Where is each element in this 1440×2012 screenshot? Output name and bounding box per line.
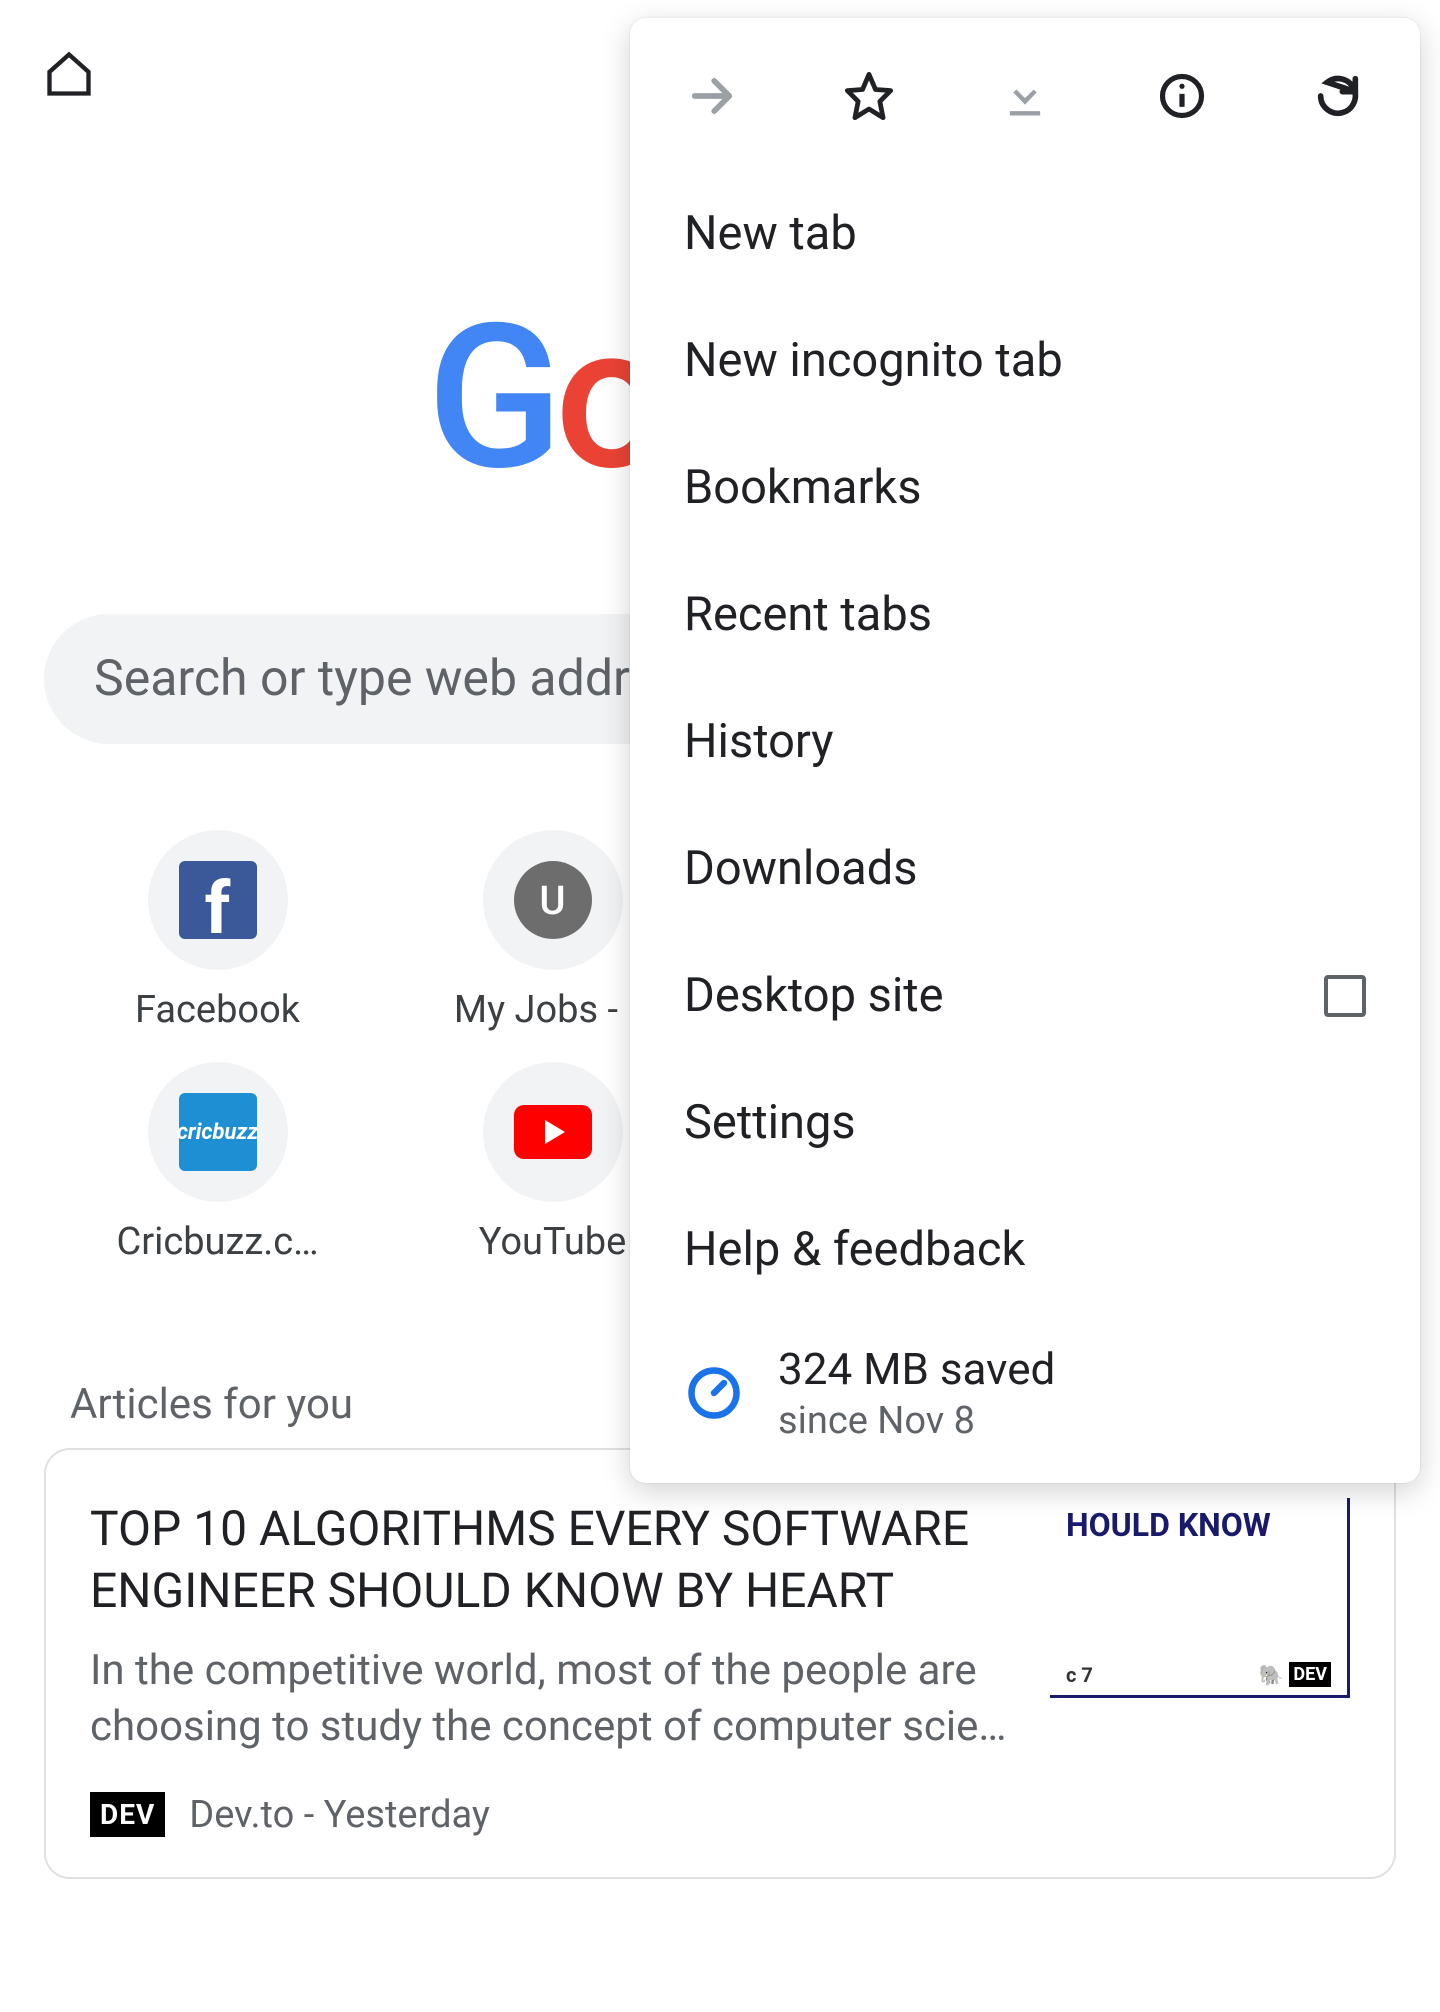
menu-bookmarks[interactable]: Bookmarks (630, 424, 1420, 551)
menu-settings[interactable]: Settings (630, 1059, 1420, 1186)
shortcut-label: Cricbuzz.c… (116, 1220, 318, 1264)
menu-downloads[interactable]: Downloads (630, 805, 1420, 932)
home-icon (43, 48, 95, 100)
forward-button[interactable] (684, 68, 740, 124)
menu-label: Help & feedback (684, 1222, 1025, 1277)
source-badge: DEV (90, 1792, 165, 1837)
desktop-site-checkbox[interactable] (1324, 975, 1366, 1017)
articles-heading: Articles for you (70, 1380, 353, 1429)
data-saved-row[interactable]: 324 MB saved since Nov 8 (630, 1313, 1420, 1443)
shortcut-label: My Jobs - B (454, 988, 651, 1032)
shortcut-facebook[interactable]: f Facebook (70, 830, 365, 1032)
reload-icon (1312, 70, 1364, 122)
cricbuzz-icon: cricbuzz (179, 1093, 257, 1171)
thumb-text: HOULD KNOW (1066, 1506, 1271, 1544)
menu-desktop-site[interactable]: Desktop site (630, 932, 1420, 1059)
menu-incognito[interactable]: New incognito tab (630, 297, 1420, 424)
menu-new-tab[interactable]: New tab (630, 170, 1420, 297)
arrow-forward-icon (686, 70, 738, 122)
thumb-small: c 7 (1066, 1663, 1093, 1687)
data-saved-amount: 324 MB saved (778, 1343, 1055, 1395)
dev-mini-badge: DEV (1289, 1662, 1331, 1687)
bookmark-button[interactable] (841, 68, 897, 124)
article-title: TOP 10 ALGORITHMS EVERY SOFTWARE ENGINEE… (90, 1498, 1010, 1623)
menu-label: New tab (684, 206, 857, 261)
overflow-menu: New tab New incognito tab Bookmarks Rece… (630, 18, 1420, 1483)
article-card[interactable]: TOP 10 ALGORITHMS EVERY SOFTWARE ENGINEE… (44, 1448, 1396, 1879)
menu-history[interactable]: History (630, 678, 1420, 805)
download-icon (999, 70, 1051, 122)
menu-label: Settings (684, 1095, 856, 1150)
menu-label: Recent tabs (684, 587, 932, 642)
menu-label: Desktop site (684, 968, 944, 1023)
reload-button[interactable] (1310, 68, 1366, 124)
info-button[interactable] (1154, 68, 1210, 124)
article-source: Dev.to - Yesterday (189, 1793, 490, 1837)
shortcut-label: Facebook (135, 988, 300, 1032)
menu-label: Downloads (684, 841, 918, 896)
search-placeholder: Search or type web address (94, 650, 708, 708)
article-snippet: In the competitive world, most of the pe… (90, 1643, 1010, 1756)
shortcut-cricbuzz[interactable]: cricbuzz Cricbuzz.c… (70, 1062, 365, 1264)
data-saved-since: since Nov 8 (778, 1399, 1055, 1443)
youtube-icon (514, 1105, 592, 1159)
menu-help[interactable]: Help & feedback (630, 1186, 1420, 1313)
menu-label: Bookmarks (684, 460, 922, 515)
star-icon (843, 70, 895, 122)
info-icon (1156, 70, 1208, 122)
menu-label: History (684, 714, 834, 769)
article-thumbnail: HOULD KNOW c 7 🐘 DEV (1050, 1498, 1350, 1698)
menu-icon-row (630, 18, 1420, 170)
gauge-icon (684, 1363, 744, 1423)
menu-recent-tabs[interactable]: Recent tabs (630, 551, 1420, 678)
home-button[interactable] (24, 29, 114, 119)
download-button[interactable] (997, 68, 1053, 124)
elephant-icon: 🐘 (1259, 1663, 1284, 1687)
letter-icon: U (514, 861, 592, 939)
facebook-icon: f (179, 861, 257, 939)
menu-label: New incognito tab (684, 333, 1063, 388)
shortcut-label: YouTube (479, 1220, 627, 1264)
